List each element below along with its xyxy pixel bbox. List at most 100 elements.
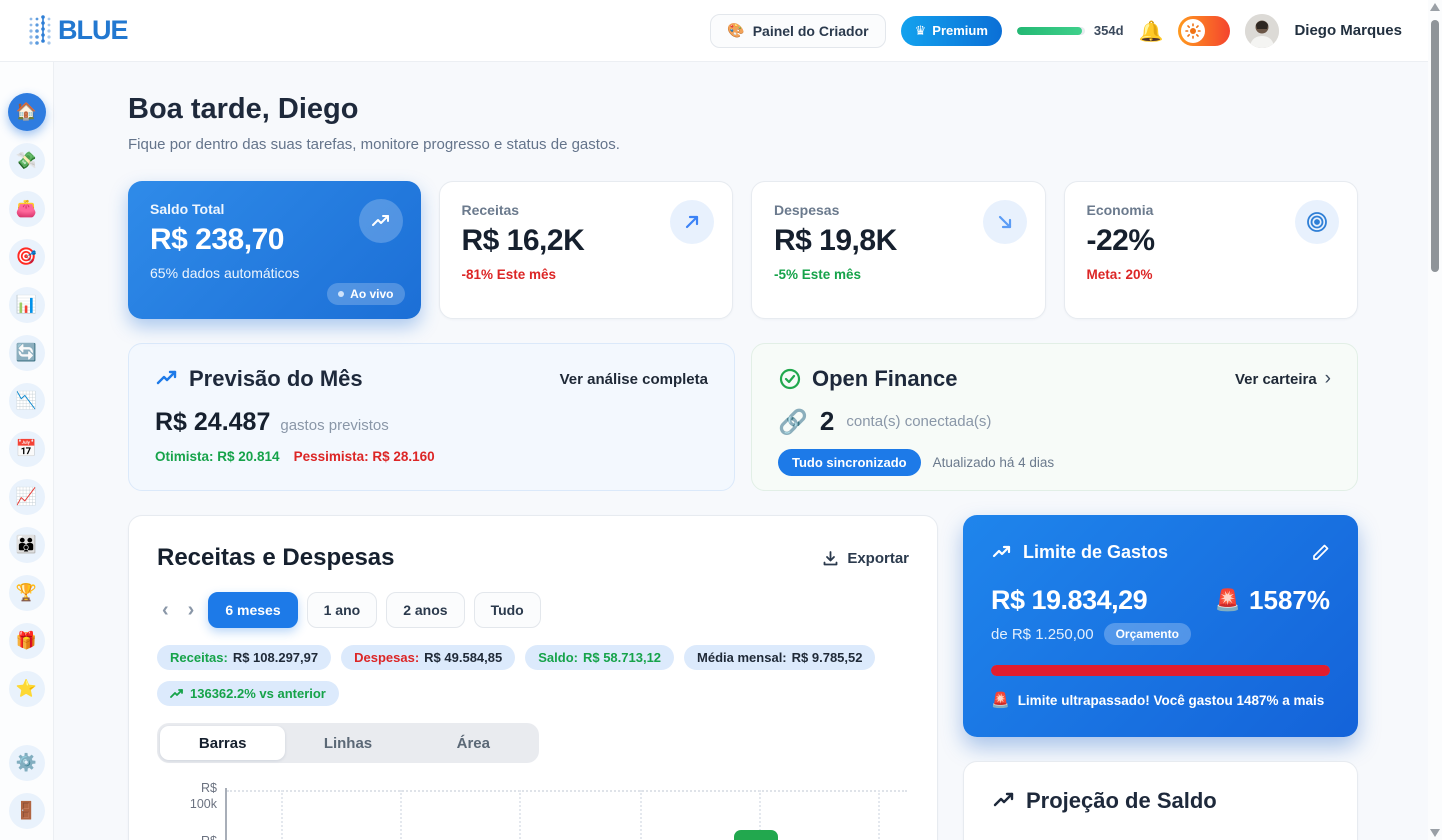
palette-icon: 🎨	[727, 23, 744, 39]
open-finance-card: Open Finance Ver carteira › 🔗 2 conta(s)…	[751, 343, 1358, 491]
limit-progress-track	[991, 665, 1330, 676]
sidebar-item-achievements[interactable]: 🏆	[9, 575, 45, 611]
badge-media-mensal: Média mensal: R$ 9.785,52	[684, 645, 875, 670]
badge-saldo-value: R$ 58.713,12	[583, 650, 661, 665]
premium-badge[interactable]: ♛ Premium	[901, 16, 1002, 46]
page-title: Boa tarde, Diego	[128, 93, 1358, 126]
page-scrollbar[interactable]	[1428, 0, 1442, 840]
sidebar-item-favorites[interactable]: ⭐	[9, 671, 45, 707]
open-finance-title: Open Finance	[812, 366, 957, 392]
trending-up-icon	[359, 199, 403, 243]
badge-receitas: Receitas: R$ 108.297,97	[157, 645, 331, 670]
main-content: Boa tarde, Diego Fique por dentro das su…	[128, 62, 1358, 840]
sidebar-item-settings[interactable]: ⚙️	[9, 745, 45, 781]
scrollbar-thumb[interactable]	[1431, 20, 1439, 272]
notifications-bell-icon[interactable]: 🔔	[1139, 19, 1164, 43]
tab-barras[interactable]: Barras	[160, 726, 285, 760]
sidebar-item-goals[interactable]: 🎯	[9, 239, 45, 275]
forecast-pessimistic: Pessimista: R$ 28.160	[294, 449, 435, 464]
sidebar-item-reports[interactable]: 📊	[9, 287, 45, 323]
chart-up-icon: 📈	[16, 487, 37, 507]
badge-despesas-value: R$ 49.584,85	[424, 650, 502, 665]
download-icon	[822, 550, 839, 567]
chart-type-tabs: Barras Linhas Área	[157, 723, 539, 763]
badge-receitas-label: Receitas:	[170, 650, 228, 665]
sidebar-item-logout[interactable]: 🚪	[9, 793, 45, 829]
sync-icon: 🔄	[16, 343, 37, 363]
stat-cards-row: Saldo Total R$ 238,70 65% dados automáti…	[128, 181, 1358, 319]
avatar[interactable]	[1245, 14, 1279, 48]
sidebar-item-calendar[interactable]: 📅	[9, 431, 45, 467]
stat-card-saldo[interactable]: Saldo Total R$ 238,70 65% dados automáti…	[128, 181, 421, 319]
scroll-down-arrow-icon[interactable]	[1430, 829, 1440, 837]
gift-icon: 🎁	[16, 631, 37, 651]
sidebar-item-wallet[interactable]: 👛	[9, 191, 45, 227]
sidebar-item-rewards[interactable]: 🎁	[9, 623, 45, 659]
wallet-link[interactable]: Ver carteira ›	[1235, 368, 1331, 390]
range-pill-1ano[interactable]: 1 ano	[307, 592, 378, 628]
bar-chart-icon: 📊	[16, 295, 37, 315]
scroll-up-arrow-icon[interactable]	[1430, 3, 1440, 11]
live-dot-icon	[338, 291, 344, 297]
y-tick-75k: R$ 75k	[157, 834, 217, 840]
badge-despesas: Despesas: R$ 49.584,85	[341, 645, 515, 670]
sidebar-item-home[interactable]: 🏠	[8, 93, 46, 131]
stat-card-despesas[interactable]: Despesas R$ 19,8K -5% Este mês	[751, 181, 1046, 319]
badge-saldo-label: Saldo:	[538, 650, 578, 665]
last-updated-label: Atualizado há 4 dias	[933, 455, 1055, 470]
bar-chart-plot: R$ 100k R$ 75k	[157, 783, 909, 840]
export-button[interactable]: Exportar	[822, 550, 909, 567]
chart-bar-receitas[interactable]	[734, 830, 778, 840]
sidebar-item-money[interactable]: 💸	[9, 143, 45, 179]
badge-saldo: Saldo: R$ 58.713,12	[525, 645, 674, 670]
chevron-right-icon: ›	[1325, 368, 1331, 390]
limit-progress-fill	[991, 665, 1330, 676]
calendar-icon: 📅	[16, 439, 37, 459]
growth-vs-previous-badge: 136362.2% vs anterior	[157, 681, 339, 706]
limit-of-label: de R$ 1.250,00	[991, 626, 1094, 643]
limit-warning-label: Limite ultrapassado! Você gastou 1487% a…	[1018, 693, 1325, 708]
projection-title: Projeção de Saldo	[1026, 788, 1217, 814]
family-icon: 👪	[16, 535, 37, 555]
range-prev-button[interactable]: ‹	[157, 599, 174, 622]
live-badge: Ao vivo	[327, 283, 404, 305]
range-next-button[interactable]: ›	[183, 599, 200, 622]
stat-card-economia[interactable]: Economia -22% Meta: 20%	[1064, 181, 1359, 319]
limit-title: Limite de Gastos	[1023, 542, 1168, 563]
despesas-delta: -5% Este mês	[774, 267, 1023, 282]
saldo-sub: 65% dados automáticos	[150, 265, 399, 281]
stat-card-receitas[interactable]: Receitas R$ 16,2K -81% Este mês	[439, 181, 734, 319]
creator-panel-button[interactable]: 🎨 Painel do Criador	[710, 14, 885, 48]
range-pill-6meses[interactable]: 6 meses	[208, 592, 297, 628]
purse-icon: 👛	[16, 199, 37, 219]
premium-days-label: 354d	[1094, 23, 1124, 38]
app-logo: BLUE	[28, 15, 128, 47]
gridline-v	[519, 790, 521, 840]
trending-up-icon	[155, 367, 179, 391]
range-pill-2anos[interactable]: 2 anos	[386, 592, 464, 628]
accounts-count: 2	[820, 406, 834, 437]
y-tick-100k: R$ 100k	[157, 781, 217, 812]
sidebar-item-family[interactable]: 👪	[9, 527, 45, 563]
spending-limit-card: Limite de Gastos R$ 19.834,29 🚨 1587%	[963, 515, 1358, 737]
tab-linhas[interactable]: Linhas	[285, 726, 410, 760]
gridline-v	[400, 790, 402, 840]
badge-media-value: R$ 9.785,52	[792, 650, 863, 665]
premium-days-progress	[1017, 27, 1085, 35]
premium-days-progress-fill	[1017, 27, 1082, 35]
alarm-icon: 🚨	[1215, 588, 1241, 613]
crown-icon: ♛	[915, 23, 927, 39]
forecast-link[interactable]: Ver análise completa	[560, 371, 708, 388]
tab-area[interactable]: Área	[411, 726, 536, 760]
edit-pencil-icon[interactable]	[1311, 543, 1330, 562]
sidebar-nav: 🏠 💸 👛 🎯 📊 🔄 📉 📅 📈 👪 🏆 🎁 ⭐ ⚙️ 🚪	[0, 62, 54, 840]
trending-up-mini-icon	[170, 687, 184, 701]
sidebar-item-expenses[interactable]: 📉	[9, 383, 45, 419]
sidebar-item-investments[interactable]: 📈	[9, 479, 45, 515]
sidebar-item-sync[interactable]: 🔄	[9, 335, 45, 371]
theme-toggle[interactable]	[1178, 16, 1230, 46]
range-pill-tudo[interactable]: Tudo	[474, 592, 541, 628]
forecast-optimistic: Otimista: R$ 20.814	[155, 449, 280, 464]
sync-status-badge: Tudo sincronizado	[778, 449, 921, 476]
star-icon: ⭐	[16, 679, 37, 699]
